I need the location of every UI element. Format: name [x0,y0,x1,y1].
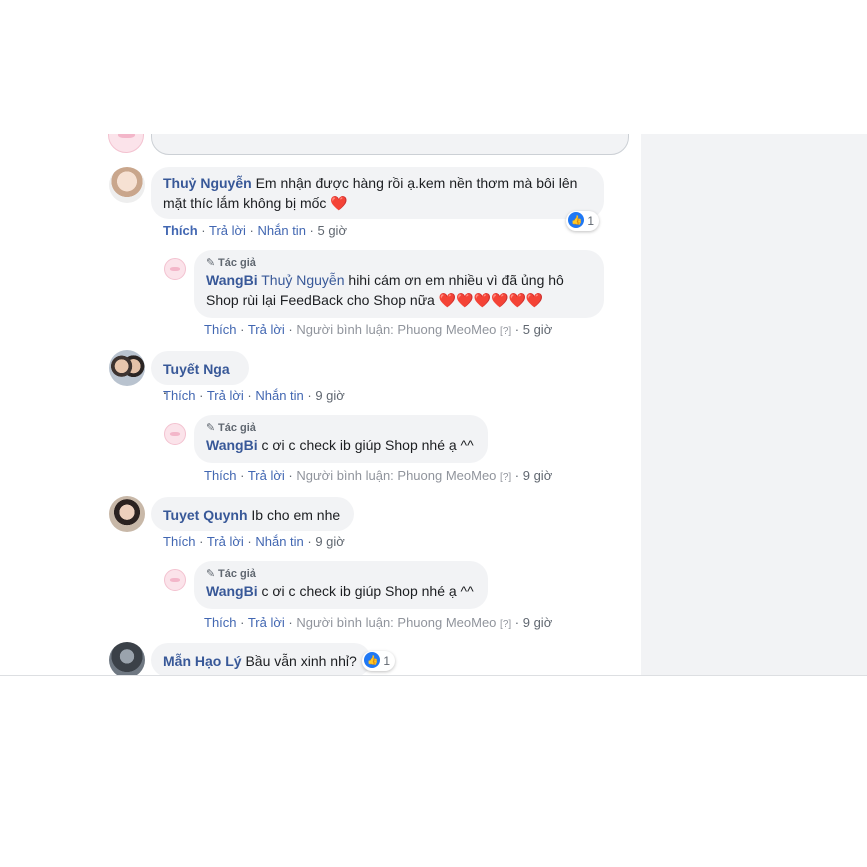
like-reaction-icon [364,652,380,668]
help-link[interactable]: [?] [500,619,511,630]
like-link[interactable]: Thích [163,534,196,549]
pencil-icon: ✎ [206,422,216,434]
reply-link[interactable]: Trả lời [248,468,285,483]
author-badge: ✎ Tác giả [206,422,256,434]
reaction-summary[interactable]: 1 [566,211,600,231]
author-badge: ✎ Tác giả [206,257,256,269]
page-avatar[interactable] [164,569,186,591]
page-avatar[interactable] [164,423,186,445]
comment-time[interactable]: 9 giờ [315,388,345,403]
comment-text: Em nhận được hàng rồi ạ.kem nền thơm mà … [255,175,578,191]
comment-actions: Thích · Trả lời · Nhắn tin · 5 giờ [163,223,347,238]
avatar[interactable] [109,167,145,203]
like-link[interactable]: Thích [204,468,237,483]
reply-actions: Thích · Trả lời · Người bình luận: Phuon… [204,468,553,483]
reaction-summary[interactable]: 1 [362,651,396,671]
pencil-icon: ✎ [206,568,216,580]
right-gutter [641,134,867,675]
page-avatar [108,134,144,153]
message-link[interactable]: Nhắn tin [255,534,303,549]
panel-bottom-border [0,675,867,676]
reply-time[interactable]: 5 giờ [523,322,553,337]
comments-panel: Thuỷ Nguyễn Em nhận được hàng rồi ạ.kem … [96,134,641,675]
like-link[interactable]: Thích [163,388,196,403]
comment-bubble: Mẫn Hạo Lý Bầu vẫn xinh nhỉ? [151,643,371,675]
comment-author[interactable]: Mẫn Hạo Lý [163,653,242,669]
avatar[interactable] [109,350,145,386]
avatar[interactable] [109,496,145,532]
like-link[interactable]: Thích [163,223,198,238]
reply-author[interactable]: WangBi [206,583,258,599]
reply-link[interactable]: Trả lời [209,223,246,238]
comment-actions: Thích · Trả lời · Nhắn tin · 9 giờ [163,388,345,403]
reply-link[interactable]: Trả lời [207,534,244,549]
like-link[interactable]: Thích [204,322,237,337]
help-link[interactable]: [?] [500,472,511,483]
comment-author[interactable]: Thuỷ Nguyễn [163,175,252,191]
reply-time[interactable]: 9 giờ [523,468,553,483]
commenter-label: Người bình luận: Phuong MeoMeo [296,468,497,483]
like-reaction-icon [568,212,584,228]
comment-author[interactable]: Tuyết Nga [163,361,230,377]
reply-time[interactable]: 9 giờ [523,615,553,630]
comment-bubble: Tuyet Quynh Ib cho em nhe [151,497,354,531]
reply-bubble: ✎ Tác giả WangBi c ơi c check ib giúp Sho… [194,561,488,609]
mention-link[interactable]: Thuỷ Nguyễn [261,272,344,288]
reply-text: hihi cám ơn em nhiều vì đã ủng hô [348,272,564,288]
reply-text: c ơi c check ib giúp Shop nhé ạ ^^ [261,437,474,453]
commenter-label: Người bình luận: Phuong MeoMeo [296,615,497,630]
message-link[interactable]: Nhắn tin [255,388,303,403]
page-avatar[interactable] [164,258,186,280]
comment-bubble: Thuỷ Nguyễn Em nhận được hàng rồi ạ.kem … [151,167,604,219]
comment-time[interactable]: 9 giờ [315,534,345,549]
reply-link[interactable]: Trả lời [207,388,244,403]
comment-time[interactable]: 5 giờ [317,223,347,238]
comment-text: mặt thíc lắm không bị mốc ❤️ [163,195,348,211]
avatar[interactable] [109,642,145,675]
reply-text: c ơi c check ib giúp Shop nhé ạ ^^ [261,583,474,599]
reply-link[interactable]: Trả lời [248,615,285,630]
reply-bubble: ✎ Tác giả WangBi c ơi c check ib giúp Sho… [194,415,488,463]
comment-text: Bầu vẫn xinh nhỉ? [245,653,357,669]
reply-bubble: ✎ Tác giả WangBi Thuỷ Nguyễn hihi cám ơn … [194,250,604,318]
reply-author[interactable]: WangBi [206,272,258,288]
pencil-icon: ✎ [206,257,216,269]
reply-text: Shop rùi lại FeedBack cho Shop nữa ❤️❤️❤… [206,292,544,308]
comment-author[interactable]: Tuyet Quynh [163,507,248,523]
reply-actions: Thích · Trả lời · Người bình luận: Phuon… [204,615,553,630]
help-link[interactable]: [?] [500,326,511,337]
comment-bubble: Tuyết Nga . [151,351,249,397]
comment-actions: Thích · Trả lời · Nhắn tin · 9 giờ [163,534,345,549]
comment-composer[interactable] [151,134,629,155]
reply-link[interactable]: Trả lời [248,322,285,337]
message-link[interactable]: Nhắn tin [258,223,306,238]
commenter-label: Người bình luận: Phuong MeoMeo [296,322,497,337]
reply-actions: Thích · Trả lời · Người bình luận: Phuon… [204,322,553,337]
reply-author[interactable]: WangBi [206,437,258,453]
like-link[interactable]: Thích [204,615,237,630]
author-badge: ✎ Tác giả [206,568,256,580]
comment-text: Ib cho em nhe [251,507,341,523]
